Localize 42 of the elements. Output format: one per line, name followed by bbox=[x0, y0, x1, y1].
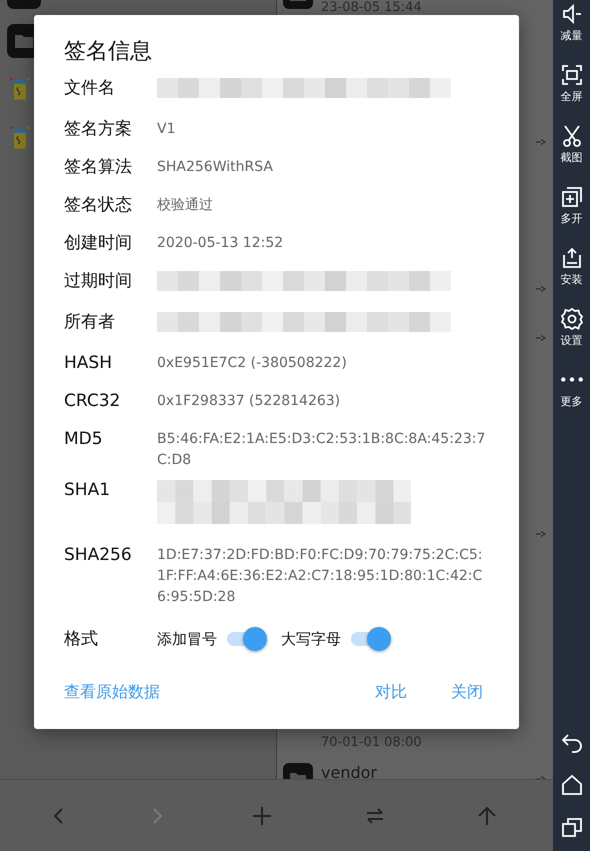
home-icon bbox=[560, 773, 584, 797]
field-value: 校验通过 bbox=[157, 196, 214, 215]
toggle-switch[interactable] bbox=[225, 626, 267, 652]
field-value: 2020-05-13 12:52 bbox=[157, 234, 284, 253]
field-label: MD5 bbox=[64, 428, 104, 450]
file-name: vendor bbox=[321, 763, 378, 779]
field-label: 签名方案 bbox=[64, 118, 133, 140]
plus-window-icon bbox=[560, 185, 584, 209]
field-label: 所有者 bbox=[64, 311, 116, 333]
field-label: 创建时间 bbox=[64, 232, 133, 254]
field-value: 1D:E7:37:2D:FD:BD:F0:FC:D9:70:79:75:2C:C5:1F:FF:A4:6E:36:E2:A2:C7:18:95:1D:80:1C:42:C6:95:5D:28 bbox=[157, 546, 484, 607]
recents-icon bbox=[560, 815, 584, 839]
field-label: 签名状态 bbox=[64, 194, 133, 216]
field-label: HASH bbox=[64, 352, 113, 374]
more-button[interactable]: 更多 bbox=[553, 368, 590, 409]
field-label: 过期时间 bbox=[64, 270, 133, 292]
field-value: SHA256WithRSA bbox=[157, 158, 274, 177]
field-label: 签名算法 bbox=[64, 156, 133, 178]
settings-icon bbox=[560, 307, 584, 331]
more-icon bbox=[560, 376, 584, 383]
field-value: 0xE951E7C2 (-380508222) bbox=[157, 354, 348, 373]
fullscreen-button[interactable]: 全屏 bbox=[553, 63, 590, 104]
field-label: CRC32 bbox=[64, 390, 122, 412]
toggle-switch[interactable] bbox=[349, 626, 391, 652]
field-label: SHA1 bbox=[64, 479, 112, 501]
chevron-left-icon bbox=[54, 808, 64, 824]
volume-down-button[interactable]: 减量 bbox=[553, 2, 590, 43]
field-label: 格式 bbox=[64, 628, 99, 650]
multi-open-button[interactable]: 多开 bbox=[553, 185, 590, 226]
install-button[interactable]: 安装 bbox=[553, 246, 590, 287]
option-label: 添加冒号 bbox=[157, 630, 217, 648]
fullscreen-icon bbox=[560, 63, 584, 87]
option-label: 大写字母 bbox=[281, 630, 341, 648]
chevron-right-icon bbox=[152, 808, 162, 824]
screenshot-button[interactable]: 截图 bbox=[553, 124, 590, 165]
field-value: B5:46:FA:E2:1A:E5:D3:C2:53:1B:8C:8A:45:23:7C:D8 bbox=[157, 430, 486, 470]
field-value: V1 bbox=[157, 120, 176, 139]
dialog-title: 签名信息 bbox=[64, 38, 153, 66]
field-value: 0x1F298337 (522814263) bbox=[157, 392, 342, 411]
field-label: 文件名 bbox=[64, 77, 116, 99]
field-label: SHA256 bbox=[64, 544, 133, 566]
settings-button[interactable]: 设置 bbox=[553, 307, 590, 348]
